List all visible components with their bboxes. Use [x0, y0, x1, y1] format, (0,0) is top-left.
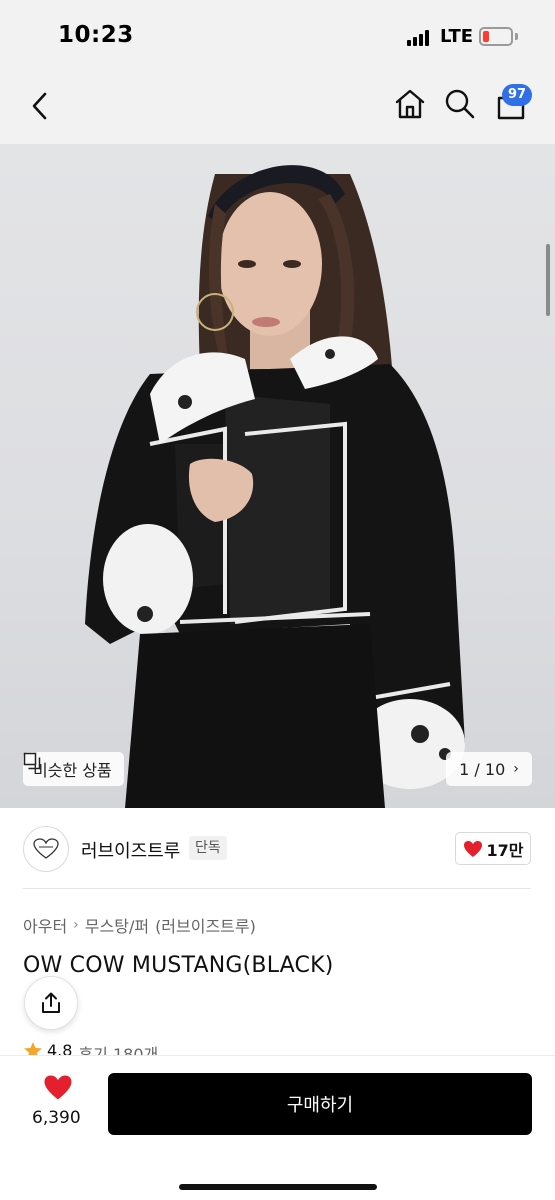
search-icon[interactable] [443, 87, 477, 121]
rating-score: 4.8 [47, 1041, 73, 1055]
model-photo [85, 165, 465, 808]
image-counter[interactable]: 1 / 10 › [446, 752, 532, 786]
status-time: 10:23 [58, 22, 134, 48]
home-indicator[interactable] [179, 1184, 377, 1190]
heart-icon [44, 1075, 72, 1100]
buy-button[interactable]: 구매하기 [108, 1073, 532, 1135]
signal-icon [407, 30, 433, 46]
breadcrumb-subcategory[interactable]: 무스탕/퍼 [85, 913, 149, 937]
share-icon [42, 992, 60, 1013]
brand-like-count: 17만 [486, 840, 524, 860]
product-title: OW COW MUSTANG(BLACK) [23, 953, 334, 978]
heart-logo-icon [33, 838, 59, 859]
share-button[interactable] [24, 976, 78, 1030]
bottom-bar: 6,390 구매하기 [0, 1055, 555, 1200]
brand-name[interactable]: 러브이즈트루 [81, 837, 180, 863]
heart-icon [463, 840, 482, 857]
copy-icon [23, 752, 41, 770]
image-counter-text: 1 / 10 [459, 759, 506, 779]
similar-products-button[interactable]: 비슷한 상품 [23, 752, 124, 786]
brand-row: 러브이즈트루 단독 17만 [0, 808, 555, 888]
breadcrumb-category[interactable]: 아우터 [23, 913, 67, 937]
review-count: 후기 180개 [78, 1045, 159, 1055]
similar-products-label: 비슷한 상품 [33, 761, 112, 780]
star-icon [24, 1042, 42, 1055]
exclusive-badge: 단독 [189, 836, 227, 860]
chevron-right-icon: › [513, 761, 519, 777]
nav-bar: 97 [0, 70, 555, 144]
home-icon[interactable] [393, 87, 427, 121]
rating-row[interactable]: 4.8 후기 180개 [23, 1041, 158, 1055]
cart-badge[interactable]: 97 [502, 84, 532, 106]
battery-tip [515, 33, 518, 40]
battery-icon [479, 27, 513, 46]
product-image[interactable]: 비슷한 상품 1 / 10 › [0, 144, 555, 808]
breadcrumb: 아우터 › 무스탕/퍼 (러브이즈트루) [23, 913, 256, 937]
chevron-right-icon: › [73, 917, 79, 933]
breadcrumb-brand[interactable]: (러브이즈트루) [155, 913, 256, 937]
wishlist-count: 6,390 [32, 1108, 81, 1128]
scroll-indicator[interactable] [546, 244, 550, 316]
divider [23, 888, 531, 889]
wishlist-button[interactable] [30, 1074, 86, 1105]
status-bar: 10:23 LTE [0, 0, 555, 70]
chevron-left-icon[interactable] [27, 90, 55, 122]
network-label: LTE [440, 26, 474, 47]
brand-like-button[interactable]: 17만 [455, 832, 531, 865]
brand-logo[interactable] [23, 826, 69, 872]
